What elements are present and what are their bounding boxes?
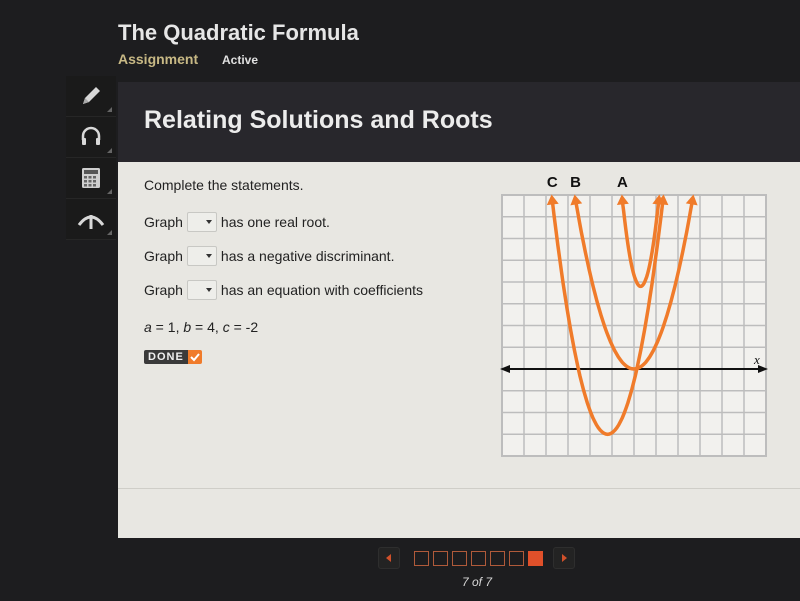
done-button[interactable]: DONE bbox=[144, 350, 202, 364]
page-indicator-2[interactable] bbox=[433, 550, 448, 566]
x-axis-label: x bbox=[753, 352, 760, 367]
statement-suffix: has a negative discriminant. bbox=[220, 248, 395, 264]
coef-c-label: c bbox=[222, 319, 230, 335]
next-page-button[interactable] bbox=[553, 547, 575, 569]
chevron-right-icon bbox=[562, 554, 567, 562]
curve-label-b: B bbox=[570, 174, 581, 191]
reference-tool-button[interactable] bbox=[66, 199, 116, 240]
statement-2: Graph has a negative discriminant. bbox=[144, 246, 394, 266]
page-indicator-1[interactable] bbox=[414, 550, 429, 566]
calculator-tool-button[interactable] bbox=[66, 158, 116, 199]
coef-c-value: -2 bbox=[245, 319, 259, 335]
coef-a-value: 1 bbox=[167, 319, 176, 335]
audio-tool-button[interactable] bbox=[66, 117, 116, 158]
previous-page-button[interactable] bbox=[378, 547, 400, 569]
expand-corner-icon bbox=[107, 107, 112, 112]
page-indicators bbox=[410, 550, 543, 566]
pencil-tool-button[interactable] bbox=[66, 76, 116, 117]
statement-suffix: has an equation with coefficients bbox=[220, 282, 424, 298]
statement-prefix: Graph bbox=[144, 214, 183, 230]
expand-corner-icon bbox=[107, 230, 112, 235]
panel-header: Relating Solutions and Roots bbox=[118, 82, 800, 162]
prompt-text: Complete the statements. bbox=[144, 177, 304, 193]
page-indicator-7[interactable] bbox=[528, 550, 543, 566]
chevron-left-icon bbox=[386, 554, 391, 562]
headphones-icon bbox=[81, 126, 101, 145]
coefficients-text: a = 1, b = 4, c = -2 bbox=[144, 319, 259, 335]
coef-a-label: a bbox=[144, 319, 152, 335]
tool-sidebar bbox=[66, 76, 118, 240]
status-label: Active bbox=[222, 53, 259, 67]
panel-divider bbox=[118, 488, 800, 489]
reference-icon bbox=[77, 215, 105, 229]
assignment-link[interactable]: Assignment bbox=[118, 51, 198, 67]
curve-label-a: A bbox=[617, 174, 628, 191]
statement-prefix: Graph bbox=[144, 248, 183, 264]
statement-prefix: Graph bbox=[144, 282, 183, 298]
expand-corner-icon bbox=[107, 189, 112, 194]
page-indicator-6[interactable] bbox=[509, 550, 524, 566]
coef-b-label: b bbox=[183, 319, 192, 335]
pagination bbox=[378, 547, 575, 569]
page-indicator-4[interactable] bbox=[471, 550, 486, 566]
page-count: 7 of 7 bbox=[462, 575, 493, 589]
coef-b-value: 4 bbox=[207, 319, 215, 335]
calculator-icon bbox=[82, 168, 100, 188]
quadratic-graph: x A BC bbox=[500, 174, 768, 457]
panel-body: Complete the statements. Graph has one r… bbox=[118, 162, 800, 538]
panel-title: Relating Solutions and Roots bbox=[144, 106, 493, 134]
checkmark-icon bbox=[187, 350, 202, 364]
sub-navigation: Assignment Active bbox=[118, 51, 258, 67]
curve-label-c: C bbox=[547, 174, 558, 191]
graph-select-1[interactable] bbox=[186, 212, 217, 232]
statement-3: Graph has an equation with coefficients bbox=[144, 280, 423, 300]
expand-corner-icon bbox=[107, 148, 112, 153]
statement-suffix: has one real root. bbox=[220, 214, 330, 230]
app-title: The Quadratic Formula bbox=[118, 20, 359, 45]
done-label: DONE bbox=[144, 350, 188, 364]
page-indicator-3[interactable] bbox=[452, 550, 467, 566]
graph-select-3[interactable] bbox=[186, 280, 217, 300]
page-indicator-5[interactable] bbox=[490, 550, 505, 566]
pencil-icon bbox=[83, 87, 100, 104]
statement-1: Graph has one real root. bbox=[144, 212, 330, 232]
graph-select-2[interactable] bbox=[186, 246, 217, 266]
